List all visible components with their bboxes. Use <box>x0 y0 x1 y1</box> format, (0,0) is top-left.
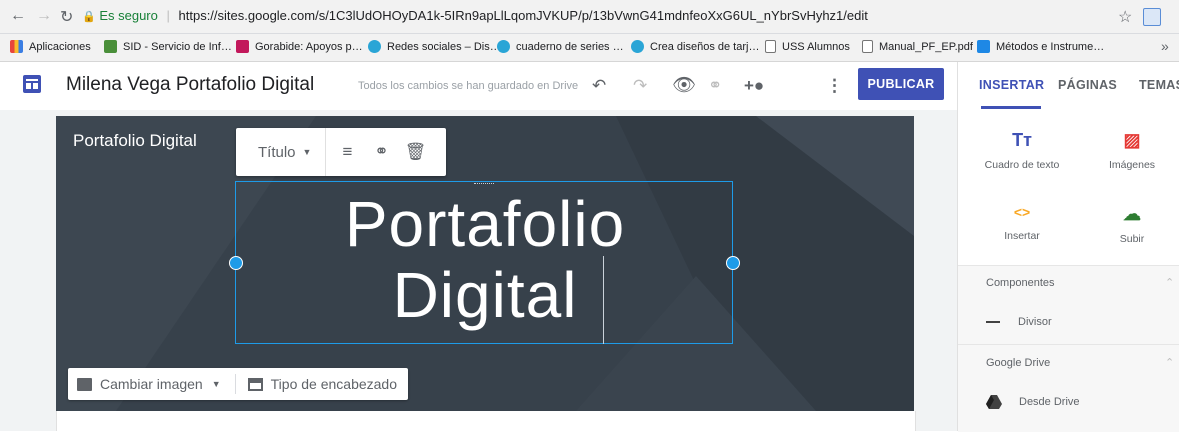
dropdown-arrow-icon: ▼ <box>302 147 312 157</box>
link-icon[interactable]: ⚭ <box>708 76 722 96</box>
sites-favicon <box>977 40 990 53</box>
divider-component[interactable]: Divisor <box>986 316 1052 328</box>
text-style-dropdown[interactable]: Título ▼ <box>236 128 327 176</box>
bookmark-label: Aplicaciones <box>29 40 91 53</box>
gorabide-favicon <box>236 40 249 53</box>
bookmark-crea[interactable]: Crea diseños de tarj… <box>631 40 759 53</box>
tile-label: Insertar <box>1004 230 1040 242</box>
from-drive-label: Desde Drive <box>1019 396 1080 408</box>
address-separator: | <box>166 8 170 23</box>
change-image-button[interactable]: Cambiar imagen ▼ <box>100 376 221 392</box>
insert-embed-tile[interactable]: <> Insertar <box>978 204 1066 242</box>
undo-icon[interactable]: ↶ <box>592 76 606 96</box>
text-cursor <box>603 256 604 344</box>
bookmarks-overflow-icon[interactable]: » <box>1161 38 1169 54</box>
more-vert-icon[interactable]: ⋮ <box>826 76 843 96</box>
bookmark-label: Redes sociales – Dis… <box>387 40 501 53</box>
apps-grid-icon <box>10 40 23 53</box>
circle-favicon <box>368 40 381 53</box>
text-box-icon: Tт <box>1012 130 1032 150</box>
upload-cloud-icon: ☁ <box>1123 204 1141 224</box>
from-drive-item[interactable]: Desde Drive <box>986 395 1080 409</box>
bookmark-label: SID - Servicio de Inf… <box>123 40 232 53</box>
header-type-button[interactable]: Tipo de encabezado <box>271 376 397 392</box>
tab-temas[interactable]: TEMAS <box>1139 78 1179 92</box>
active-tab-indicator <box>981 106 1041 109</box>
site-title[interactable]: Milena Vega Portafolio Digital <box>66 74 314 96</box>
bookmark-label: Crea diseños de tarj… <box>650 40 760 53</box>
bookmark-uss[interactable]: USS Alumnos <box>765 40 850 53</box>
page-url: https://sites.google.com/s/1C3lUdOHOyDA1… <box>178 8 868 23</box>
bookmark-label: Manual_PF_EP.pdf <box>879 40 973 53</box>
site-name[interactable]: Portafolio Digital <box>73 131 197 151</box>
extension-icon[interactable] <box>1143 8 1161 26</box>
sites-logo-icon[interactable] <box>23 75 41 93</box>
secure-label: Es seguro <box>99 8 158 23</box>
google-drive-title: Google Drive <box>986 357 1051 369</box>
tile-label: Subir <box>1119 233 1145 245</box>
bookmark-cuaderno[interactable]: cuaderno de series … <box>497 40 624 53</box>
collapse-chevron-icon[interactable]: ⌃ <box>1165 276 1174 289</box>
page-body <box>56 411 916 431</box>
bookmark-redes[interactable]: Redes sociales – Dis… <box>368 40 501 53</box>
delete-icon[interactable]: 🗑 <box>398 142 432 162</box>
forward-arrow-icon[interactable]: → <box>36 7 52 25</box>
divider-label: Divisor <box>1018 316 1052 328</box>
bookmark-gorabide[interactable]: Gorabide: Apoyos p… <box>236 40 363 53</box>
components-title: Componentes <box>986 277 1055 289</box>
bookmark-star-icon[interactable]: ☆ <box>1118 7 1132 27</box>
image-icon <box>77 377 92 391</box>
redo-icon[interactable]: ↷ <box>633 76 647 96</box>
page-title-line-1[interactable]: Portafolio <box>238 187 732 261</box>
upload-tile[interactable]: ☁ Subir <box>1088 204 1176 245</box>
bookmark-label: Gorabide: Apoyos p… <box>255 40 363 53</box>
bookmark-label: cuaderno de series … <box>516 40 624 53</box>
page-title-line-2[interactable]: Digital <box>238 258 732 332</box>
page-icon <box>765 40 776 53</box>
publish-button[interactable]: PUBLICAR <box>858 68 944 100</box>
save-status: Todos los cambios se han guardado en Dri… <box>358 80 579 92</box>
circle-favicon <box>497 40 510 53</box>
embed-icon: <> <box>1013 204 1031 220</box>
google-drive-icon <box>986 395 1002 409</box>
bookmark-manual[interactable]: Manual_PF_EP.pdf <box>862 40 973 53</box>
collapse-chevron-icon[interactable]: ⌃ <box>1165 356 1174 369</box>
toolbar-divider <box>234 374 236 394</box>
reload-icon[interactable]: ↻ <box>60 7 73 27</box>
banner-options-bar: Cambiar imagen ▼ Tipo de encabezado <box>68 368 408 400</box>
dropdown-arrow-icon: ▼ <box>211 379 221 389</box>
bookmark-label: USS Alumnos <box>782 40 850 53</box>
change-image-label: Cambiar imagen <box>100 376 203 392</box>
share-add-person-icon[interactable]: +● <box>744 76 764 96</box>
preview-eye-icon[interactable]: 👁 <box>672 73 696 97</box>
sid-favicon <box>104 40 117 53</box>
tab-insertar[interactable]: INSERTAR <box>979 78 1044 92</box>
tile-label: Cuadro de texto <box>984 159 1060 171</box>
bookmark-metodos[interactable]: Métodos e Instrume… <box>977 40 1104 53</box>
tab-paginas[interactable]: PÁGINAS <box>1058 78 1117 92</box>
text-format-toolbar: Título ▼ ≡ ⚭ 🗑 <box>236 128 446 176</box>
insert-images-tile[interactable]: ▨ Imágenes <box>1088 130 1176 171</box>
align-center-icon[interactable]: ≡ <box>330 142 364 162</box>
circle-favicon <box>631 40 644 53</box>
page-icon <box>862 40 873 53</box>
lock-icon: 🔒 <box>82 11 96 23</box>
divider-icon <box>986 321 1000 323</box>
bookmark-label: Métodos e Instrume… <box>996 40 1105 53</box>
back-arrow-icon[interactable]: ← <box>10 7 26 25</box>
address-bar[interactable]: 🔒 Es seguro | https://sites.google.com/s… <box>82 8 868 23</box>
link-icon[interactable]: ⚭ <box>364 142 398 162</box>
insert-text-box-tile[interactable]: Tт Cuadro de texto <box>978 130 1066 171</box>
text-style-label: Título <box>258 143 296 161</box>
image-icon: ▨ <box>1123 130 1141 150</box>
bookmark-apps[interactable]: Aplicaciones <box>10 40 91 53</box>
header-type-icon <box>247 377 263 391</box>
tile-label: Imágenes <box>1108 159 1156 171</box>
bookmark-sid[interactable]: SID - Servicio de Inf… <box>104 40 232 53</box>
